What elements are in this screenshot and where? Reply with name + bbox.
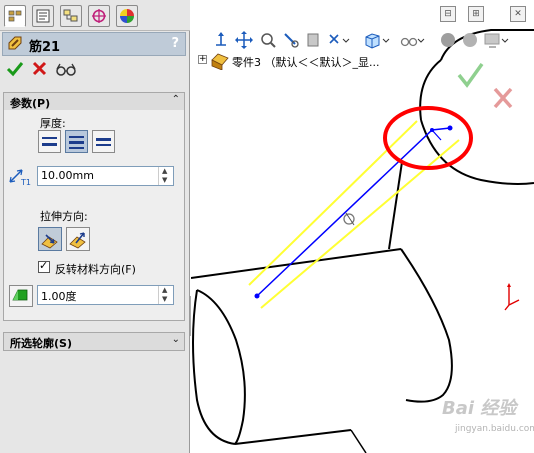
display-settings-icon[interactable] [483,31,509,49]
tab-display-manager[interactable] [116,5,138,27]
triad-axes-icon [504,283,520,311]
preview-button[interactable] [56,60,78,80]
cylinder-front-face [192,289,236,445]
thickness-label: 厚度: [40,117,66,130]
spin-up-icon: ▲ [162,167,168,175]
ok-button[interactable] [6,60,28,80]
spin-down-icon: ▼ [162,176,168,184]
draft-icon [12,289,28,301]
property-manager-icon [36,9,50,23]
view-cube-icon[interactable] [363,31,391,49]
cylinder-top-edge [191,248,402,279]
tab-dimxpert[interactable] [88,5,110,27]
rib-preview-line-right [260,139,460,309]
mouse-cursor-icon [343,212,355,226]
thickness-spinner[interactable]: ▲ ▼ [158,167,173,185]
view-orientation-icon[interactable] [212,31,230,49]
cancel-button[interactable] [31,60,53,80]
spin-up-icon: ▲ [162,286,168,294]
tab-feature-manager[interactable] [4,5,26,27]
part-icon [211,53,229,70]
rib-preview-line-left [248,120,418,286]
flip-material-label: 反转材料方向(F) [55,263,136,276]
dimxpert-icon [92,9,106,23]
thickness-value: 10.00mm [41,169,94,182]
part-name-text: 零件3 （默认＜＜默认＞_显... [232,56,380,69]
hide-show-icon[interactable] [399,31,425,49]
confirm-ok-icon[interactable] [457,62,484,88]
manager-tab-strip [0,0,190,31]
expand-down-icon: ⌄ [171,334,180,345]
checkmark-icon [6,62,24,77]
section-view-icon[interactable] [305,31,323,49]
cylinder-end-face [400,248,453,403]
checkbox-check-icon: ✓ [39,259,49,272]
params-group-header[interactable]: 参数(P) ⌃ [3,92,185,111]
display-manager-icon [120,9,134,23]
zoom-to-fit-icon[interactable] [259,31,277,49]
upper-boss-side [419,59,442,121]
configuration-manager-icon [63,9,78,22]
thickness-one-side-button[interactable] [38,130,61,153]
extrude-direction-label: 拉伸方向: [40,210,88,223]
spin-down-icon: ▼ [162,295,168,303]
cylinder-bottom-tick [350,429,367,453]
draft-angle-field[interactable]: 1.00度 ▲ ▼ [37,285,174,305]
rib-sketch-line[interactable] [256,127,451,297]
feature-title-bar: 筋21 ? [2,32,186,56]
contours-group-label: 所选轮廓(S) [10,337,72,350]
glasses-icon [56,63,76,76]
pan-icon[interactable] [235,31,253,49]
params-group-label: 参数(P) [10,97,51,110]
collapse-up-icon: ⌃ [171,94,180,105]
thickness-both-sides-button[interactable] [65,130,88,153]
tile-window-button[interactable]: ⊞ [468,6,484,22]
draft-toggle-button[interactable] [9,285,33,307]
thickness-field[interactable]: 10.00mm ▲ ▼ [37,166,174,186]
watermark-brand: Bai 经验 [442,398,517,419]
normal-direction-icon [69,232,86,249]
x-icon [32,61,47,76]
feature-manager-icon [8,10,22,22]
rib-feature-icon [8,36,22,50]
tab-configuration-manager[interactable] [60,5,82,27]
flip-material-checkbox[interactable]: ✓ [38,259,50,273]
restore-window-button[interactable]: ⊟ [440,6,456,22]
thickness-dimension-icon: T1 [9,169,31,186]
sketch-tick [431,129,442,141]
appearance-icon[interactable] [439,31,457,49]
graphics-area[interactable]: ⊟ ⊞ ✕ + 零件3 （默认＜＜默认＞_显... Bai 经验 jingyan… [191,0,534,453]
parallel-to-sketch-button[interactable] [38,227,62,251]
sketch-endpoint-end[interactable] [447,125,453,131]
thickness-dim-label: T1 [20,178,31,186]
baidu-watermark: Bai 经验 jingyan.baidu.com [439,394,534,452]
sketch-endpoint-start[interactable] [254,293,260,299]
watermark-site: jingyan.baidu.com [455,424,534,434]
zoom-area-icon[interactable] [282,31,300,49]
action-buttons [4,58,184,82]
thickness-other-side-button[interactable] [92,130,115,153]
close-window-button[interactable]: ✕ [510,6,526,22]
draft-angle-value: 1.00度 [41,290,77,303]
tree-expand-icon[interactable]: + [198,55,207,64]
confirm-cancel-icon[interactable] [493,87,513,109]
cylinder-bottom-edge [234,429,352,445]
property-manager-panel: 筋21 ? 参数(P) ⌃ 厚度: T1 10.00mm ▲ ▼ 拉伸方向: ✓… [0,0,190,453]
feature-title: 筋21 [29,40,61,55]
scene-icon[interactable] [461,31,479,49]
web-edge [388,161,403,250]
normal-to-sketch-button[interactable] [66,227,90,251]
previous-view-icon[interactable] [328,31,350,49]
help-button[interactable]: ? [171,36,179,51]
draft-spinner[interactable]: ▲ ▼ [158,286,173,304]
tab-property-manager[interactable] [32,5,54,27]
contours-group-header[interactable]: 所选轮廓(S) ⌄ [3,332,185,351]
parallel-direction-icon [41,234,58,249]
